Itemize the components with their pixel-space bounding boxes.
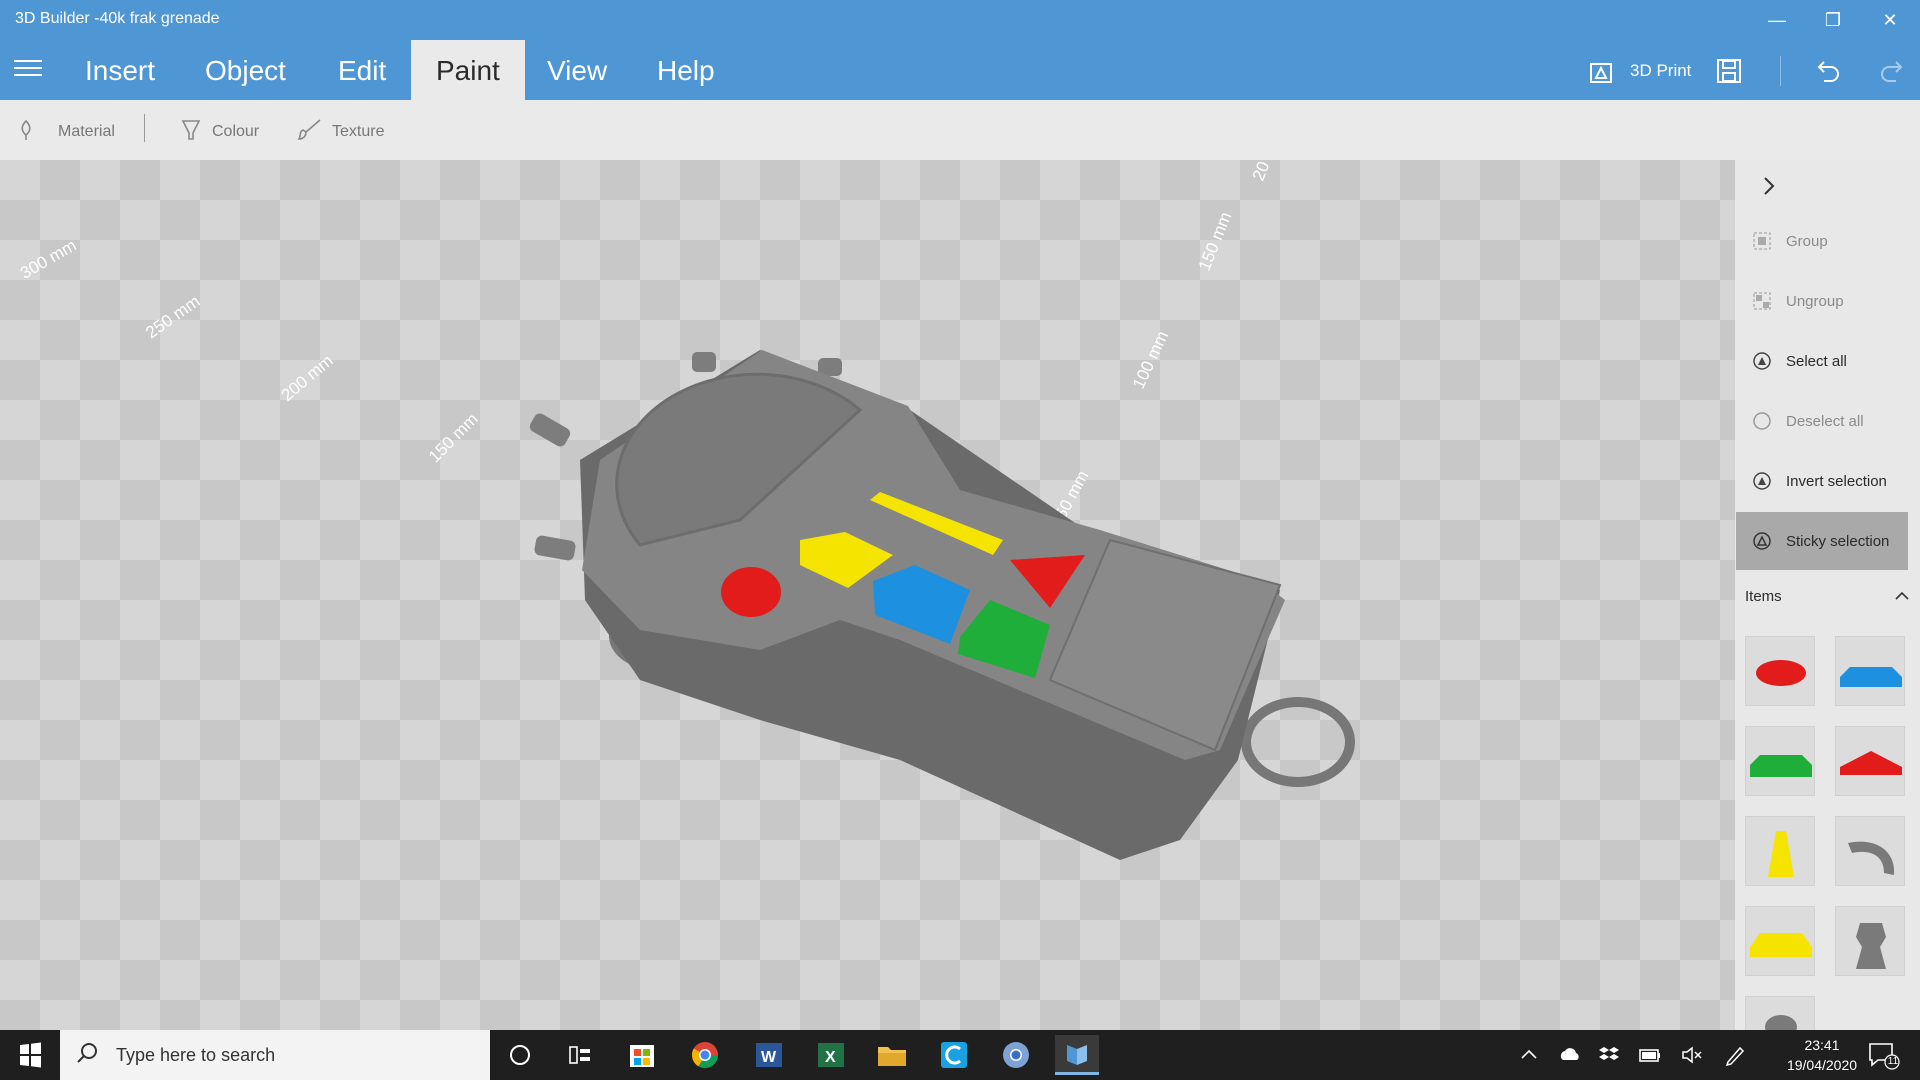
- tab-help[interactable]: Help: [632, 40, 740, 100]
- sticky-selection-icon: [1752, 531, 1772, 551]
- selection-panel: Group Ungroup Select all Deselect all In…: [1735, 160, 1920, 1039]
- paintbrush-icon: [296, 118, 322, 147]
- ungroup-button[interactable]: Ungroup: [1736, 272, 1908, 330]
- item-thumbnail-red-prism[interactable]: [1835, 726, 1905, 796]
- chevron-right-icon[interactable]: [1757, 174, 1781, 198]
- file-explorer-icon[interactable]: [870, 1035, 914, 1075]
- item-thumbnail-grey-body[interactable]: [1835, 906, 1905, 976]
- items-section-header[interactable]: Items: [1745, 588, 1910, 610]
- undo-icon[interactable]: [1816, 58, 1842, 84]
- model-nub: [692, 352, 716, 372]
- redo-icon[interactable]: [1878, 58, 1904, 84]
- invert-selection-icon: [1752, 471, 1772, 491]
- onedrive-icon[interactable]: [1558, 1044, 1582, 1080]
- minimize-button[interactable]: —: [1757, 8, 1797, 32]
- taskbar-clock[interactable]: 23:41 19/04/2020: [1782, 1035, 1862, 1075]
- invert-selection-label: Invert selection: [1786, 472, 1887, 490]
- ribbon-divider: [1780, 56, 1781, 86]
- chevron-up-tray-icon[interactable]: [1518, 1044, 1540, 1080]
- pen-workspace-icon[interactable]: [1724, 1044, 1748, 1080]
- invert-selection-button[interactable]: Invert selection: [1736, 452, 1908, 510]
- tab-edit[interactable]: Edit: [313, 40, 411, 100]
- search-placeholder: Type here to search: [116, 1044, 276, 1065]
- colour-tool[interactable]: Colour: [180, 118, 260, 147]
- ungroup-icon: [1752, 291, 1772, 311]
- material-label: Material: [58, 123, 115, 140]
- save-icon[interactable]: [1716, 58, 1742, 84]
- clock-time: 23:41: [1804, 1037, 1840, 1053]
- taskbar-search-box[interactable]: Type here to search: [60, 1030, 490, 1080]
- ccleaner-icon[interactable]: [932, 1035, 976, 1075]
- search-icon: [76, 1042, 98, 1069]
- select-all-icon: [1752, 351, 1772, 371]
- select-all-label: Select all: [1786, 352, 1847, 370]
- item-thumbnail-green-slab[interactable]: [1745, 726, 1815, 796]
- paint-toolbar: Material Colour Texture: [0, 100, 1920, 160]
- ungroup-label: Ungroup: [1786, 292, 1844, 310]
- item-thumbnail-yellow-slab[interactable]: [1745, 906, 1815, 976]
- group-button[interactable]: Group: [1736, 212, 1908, 270]
- 3d-print-button[interactable]: 3D Print: [1630, 61, 1691, 81]
- model-ring-right: [1241, 697, 1355, 787]
- store-icon[interactable]: [620, 1035, 664, 1075]
- group-label: Group: [1786, 232, 1828, 250]
- model-nub: [534, 535, 576, 561]
- svg-text:X: X: [825, 1049, 836, 1066]
- deselect-all-icon: [1752, 411, 1772, 431]
- group-icon: [1752, 231, 1772, 251]
- word-icon[interactable]: W: [746, 1035, 790, 1075]
- notification-count-badge: 11: [1887, 1056, 1899, 1067]
- chrome-alt-icon[interactable]: [994, 1035, 1038, 1075]
- tab-paint[interactable]: Paint: [411, 40, 525, 100]
- toolbar-divider: [144, 114, 145, 142]
- excel-icon[interactable]: X: [808, 1035, 852, 1075]
- title-bar: 3D Builder -40k frak grenade — ❐ ✕ Inser…: [0, 0, 1920, 100]
- sticky-selection-label: Sticky selection: [1786, 532, 1890, 550]
- 3d-builder-taskbar-icon[interactable]: [1055, 1035, 1099, 1075]
- windows-start-icon[interactable]: [0, 1030, 60, 1080]
- select-all-button[interactable]: Select all: [1736, 332, 1908, 390]
- colour-label: Colour: [212, 123, 260, 140]
- window-title: 3D Builder -40k frak grenade: [15, 10, 220, 27]
- dropbox-icon[interactable]: [1598, 1044, 1620, 1080]
- cortana-icon[interactable]: [498, 1035, 542, 1075]
- deselect-all-button[interactable]: Deselect all: [1736, 392, 1908, 450]
- item-thumbnail-grey-hook[interactable]: [1835, 816, 1905, 886]
- model-red-button: [721, 567, 781, 617]
- model-nub: [529, 413, 571, 447]
- paint-bucket-icon: [180, 118, 202, 147]
- tab-view[interactable]: View: [522, 40, 632, 100]
- chrome-icon[interactable]: [683, 1035, 727, 1075]
- close-button[interactable]: ✕: [1870, 8, 1910, 32]
- 3d-print-icon[interactable]: [1588, 58, 1614, 84]
- chevron-up-icon[interactable]: [1894, 588, 1910, 608]
- maximize-button[interactable]: ❐: [1813, 8, 1853, 32]
- hamburger-menu-icon[interactable]: [14, 60, 42, 80]
- task-view-icon[interactable]: [558, 1035, 602, 1075]
- tab-insert[interactable]: Insert: [60, 40, 180, 100]
- sticky-selection-button[interactable]: Sticky selection: [1736, 512, 1908, 570]
- item-thumbnail-partial[interactable]: [1745, 996, 1815, 1039]
- item-thumbnail-yellow-cone[interactable]: [1745, 816, 1815, 886]
- tab-object[interactable]: Object: [180, 40, 311, 100]
- clock-date: 19/04/2020: [1786, 1057, 1858, 1073]
- taskbar: Type here to search W X 23:41 19/04/2020…: [0, 1030, 1920, 1080]
- texture-label: Texture: [332, 123, 385, 140]
- items-label: Items: [1745, 588, 1782, 605]
- material-icon: [16, 119, 36, 146]
- 3d-viewport[interactable]: 300 mm 250 mm 200 mm 150 mm 50 mm 100 mm…: [0, 160, 1735, 1030]
- texture-tool[interactable]: Texture: [296, 118, 385, 147]
- deselect-all-label: Deselect all: [1786, 412, 1864, 430]
- item-thumbnail-red-disc[interactable]: [1745, 636, 1815, 706]
- item-thumbnail-blue-slab[interactable]: [1835, 636, 1905, 706]
- material-tool[interactable]: Material: [16, 119, 115, 146]
- battery-icon[interactable]: [1638, 1044, 1662, 1080]
- model-grenade[interactable]: [0, 160, 1735, 1030]
- svg-text:W: W: [761, 1049, 777, 1066]
- volume-muted-icon[interactable]: [1680, 1044, 1704, 1080]
- action-center-icon[interactable]: 11: [1866, 1040, 1900, 1070]
